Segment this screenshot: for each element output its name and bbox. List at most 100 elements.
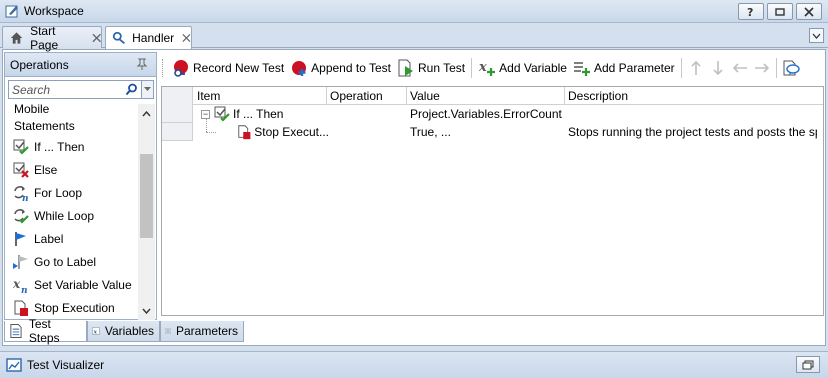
operations-scrollbar[interactable] bbox=[138, 104, 155, 320]
stop-execution-icon bbox=[14, 300, 28, 316]
category-mobile[interactable]: Mobile bbox=[5, 104, 138, 118]
restore-icon bbox=[802, 360, 814, 369]
add-variable-button[interactable]: x Add Variable bbox=[475, 57, 570, 79]
close-tab-icon[interactable] bbox=[92, 33, 101, 43]
close-icon bbox=[804, 6, 814, 17]
operation-label: While Loop bbox=[34, 208, 95, 223]
column-header-description[interactable]: Description bbox=[565, 87, 823, 105]
test-visualizer-panel[interactable]: Test Visualizer bbox=[0, 351, 828, 378]
tab-test-steps[interactable]: Test Steps bbox=[4, 317, 87, 345]
add-parameter-button[interactable]: Add Parameter bbox=[570, 57, 678, 79]
test-steps-grid: Item Operation Value Description − If ..… bbox=[161, 86, 824, 316]
move-right-button[interactable] bbox=[751, 57, 773, 79]
arrow-up-icon bbox=[691, 60, 701, 75]
row-description-cell bbox=[565, 105, 817, 123]
close-tab-icon[interactable] bbox=[182, 33, 191, 43]
operations-panel-title: Operations bbox=[10, 57, 69, 72]
svg-text:x: x bbox=[478, 60, 487, 75]
toolbar-grip[interactable] bbox=[162, 58, 165, 77]
operation-label-text: Label bbox=[34, 231, 64, 246]
tab-start-page[interactable]: Start Page bbox=[2, 24, 102, 52]
row-selector[interactable] bbox=[162, 123, 193, 141]
tab-label: Start Page bbox=[30, 23, 59, 52]
arrow-down-icon bbox=[713, 60, 723, 75]
append-to-test-button[interactable]: Append to Test bbox=[287, 57, 394, 79]
run-test-button[interactable]: Run Test bbox=[394, 57, 468, 79]
set-variable-icon: x n bbox=[13, 277, 28, 293]
operation-if-then[interactable]: If ... Then bbox=[5, 135, 138, 158]
operation-label: Go to Label bbox=[34, 254, 97, 269]
run-test-label: Run Test bbox=[418, 60, 466, 75]
svg-text:n: n bbox=[22, 194, 29, 201]
move-down-button[interactable] bbox=[707, 57, 729, 79]
operation-label: Else bbox=[34, 162, 58, 177]
operation-label[interactable]: Label bbox=[5, 227, 138, 250]
column-header-item[interactable]: Item bbox=[194, 87, 327, 105]
help-icon: ? bbox=[747, 6, 753, 18]
tab-variables[interactable]: x Variables bbox=[87, 321, 160, 342]
chevron-up-icon bbox=[142, 111, 151, 117]
operation-label: For Loop bbox=[34, 185, 83, 200]
arrow-right-icon bbox=[754, 62, 769, 73]
tabs-menu-button[interactable] bbox=[809, 28, 824, 43]
search-placeholder: Search bbox=[12, 82, 51, 97]
record-new-test-button[interactable]: Record New Test bbox=[169, 57, 287, 79]
append-record-icon bbox=[292, 60, 307, 76]
tab-label: Variables bbox=[104, 324, 154, 338]
window-controls: ? bbox=[738, 3, 822, 20]
toolbar-separator bbox=[775, 57, 777, 78]
test-steps-icon bbox=[10, 324, 22, 338]
append-to-test-label: Append to Test bbox=[311, 60, 391, 75]
scroll-up-button[interactable] bbox=[138, 106, 155, 122]
search-input[interactable]: Search bbox=[8, 80, 143, 99]
flag-icon bbox=[15, 231, 26, 246]
tab-parameters[interactable]: Parameters bbox=[160, 321, 244, 342]
keyword-test-icon bbox=[112, 31, 125, 44]
row-operation-cell bbox=[327, 105, 407, 123]
toolbar-separator bbox=[471, 57, 473, 78]
operation-label: If ... Then bbox=[34, 139, 85, 154]
record-icon bbox=[174, 59, 188, 77]
table-row[interactable]: Stop Execut... True, ... Stops running t… bbox=[162, 118, 823, 141]
operation-else[interactable]: Else bbox=[5, 158, 138, 181]
operation-while-loop[interactable]: While Loop bbox=[5, 204, 138, 227]
operation-go-to-label[interactable]: Go to Label bbox=[5, 250, 138, 273]
row-description-cell: Stops running the project tests and post… bbox=[568, 125, 817, 139]
table-row[interactable]: − If ... Then Project.Variables.ErrorCou… bbox=[162, 105, 823, 123]
pin-icon[interactable] bbox=[136, 58, 148, 71]
operation-label: Set Variable Value bbox=[34, 277, 132, 292]
chevron-down-icon bbox=[144, 87, 152, 91]
comment-button[interactable] bbox=[780, 57, 802, 79]
operation-for-loop[interactable]: n For Loop bbox=[5, 181, 138, 204]
operation-set-variable-value[interactable]: x n Set Variable Value bbox=[5, 273, 138, 296]
move-left-button[interactable] bbox=[729, 57, 751, 79]
window-title: Workspace bbox=[24, 4, 84, 18]
row-item-cell: − If ... Then bbox=[198, 105, 328, 123]
move-up-button[interactable] bbox=[685, 57, 707, 79]
comment-icon bbox=[783, 60, 800, 75]
else-icon bbox=[13, 162, 29, 178]
operation-stop-execution[interactable]: Stop Execution bbox=[5, 296, 138, 319]
if-then-icon bbox=[214, 106, 230, 122]
column-header-operation[interactable]: Operation bbox=[327, 87, 407, 105]
tab-handler[interactable]: Handler bbox=[105, 26, 192, 49]
add-variable-icon: x bbox=[478, 60, 496, 76]
column-header-value[interactable]: Value bbox=[407, 87, 565, 105]
restore-button[interactable] bbox=[767, 3, 793, 20]
row-value-cell: True, ... bbox=[410, 125, 451, 139]
help-button[interactable]: ? bbox=[738, 3, 764, 20]
scroll-thumb[interactable] bbox=[140, 154, 153, 238]
scroll-down-button[interactable] bbox=[138, 303, 155, 319]
category-statements[interactable]: Statements bbox=[5, 118, 138, 135]
add-parameter-label: Add Parameter bbox=[593, 60, 675, 75]
restore-icon bbox=[775, 7, 785, 16]
tree-connector bbox=[206, 118, 207, 132]
search-icon[interactable] bbox=[125, 83, 138, 96]
test-visualizer-icon bbox=[6, 358, 22, 372]
row-selector[interactable] bbox=[162, 105, 193, 123]
close-button[interactable] bbox=[796, 3, 822, 20]
operations-list: Mobile Statements If ... Then Else n For… bbox=[5, 104, 138, 320]
chevron-down-icon bbox=[812, 33, 821, 39]
search-dropdown[interactable] bbox=[142, 80, 154, 99]
visualizer-restore-button[interactable] bbox=[796, 356, 820, 373]
